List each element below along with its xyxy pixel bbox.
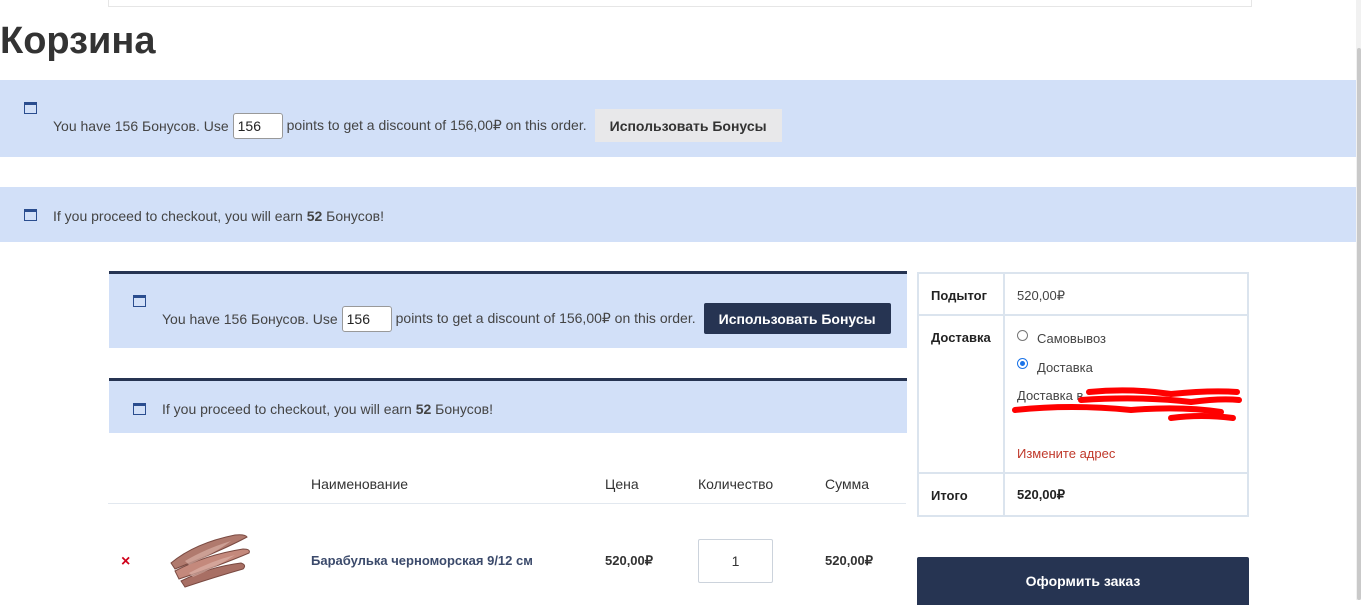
quantity-input[interactable]: 1 <box>698 539 773 583</box>
earn-notice-suffix: Бонусов! <box>326 208 384 224</box>
shipping-radio-delivery[interactable] <box>1017 358 1028 369</box>
product-subtotal: 520,00₽ <box>825 553 874 568</box>
points-notice-suffix: points to get a discount of 156,00₽ on t… <box>286 117 587 133</box>
earn-amount: 52 <box>415 401 432 417</box>
scrollbar-thumb[interactable] <box>1357 48 1361 600</box>
points-input[interactable] <box>341 305 392 332</box>
points-input[interactable] <box>232 112 283 139</box>
totals-divider <box>919 314 1247 316</box>
points-notice: You have 156 Бонусов. Use points to get … <box>0 80 1356 157</box>
earn-notice-prefix: If you proceed to checkout, you will ear… <box>162 401 412 417</box>
subtotal-label: Подытог <box>931 288 988 303</box>
shipping-option-delivery[interactable]: Доставка <box>1037 360 1093 375</box>
shipping-label: Доставка <box>931 330 991 345</box>
window-icon <box>133 295 146 307</box>
earn-notice-suffix: Бонусов! <box>435 401 493 417</box>
totals-divider <box>919 472 1247 474</box>
points-notice-prefix: You have 156 Бонусов. Use <box>53 117 229 134</box>
window-icon <box>24 102 37 114</box>
remove-item-icon[interactable]: × <box>121 553 130 571</box>
points-notice-suffix: points to get a discount of 156,00₽ on t… <box>395 310 696 326</box>
change-address-link[interactable]: Измените адрес <box>1017 446 1115 461</box>
shipping-radio-pickup[interactable] <box>1017 330 1028 341</box>
window-icon <box>24 209 37 221</box>
use-bonuses-button[interactable]: Использовать Бонусы <box>594 109 782 142</box>
earn-notice-prefix: If you proceed to checkout, you will ear… <box>53 208 303 224</box>
cart-totals: Подытог 520,00₽ Доставка Самовывоз Доста… <box>917 272 1249 517</box>
total-label: Итого <box>931 488 968 503</box>
page-title: Корзина <box>0 20 156 62</box>
checkout-button[interactable]: Оформить заказ <box>917 557 1249 605</box>
total-value: 520,00₽ <box>1017 487 1066 502</box>
earn-notice-inner: If you proceed to checkout, you will ear… <box>109 378 907 433</box>
points-notice-inner: You have 156 Бонусов. Use points to get … <box>109 271 907 348</box>
points-notice-prefix: You have 156 Бонусов. Use <box>162 310 338 327</box>
product-price: 520,00₽ <box>605 553 654 568</box>
table-divider <box>108 503 906 504</box>
column-header-name: Наименование <box>311 476 409 492</box>
header-bar <box>108 0 1252 7</box>
subtotal-value: 520,00₽ <box>1017 288 1066 303</box>
redaction-scribble <box>1012 387 1242 421</box>
product-image[interactable] <box>165 525 255 595</box>
earn-amount: 52 <box>306 208 323 224</box>
totals-divider <box>1003 274 1005 515</box>
column-header-price: Цена <box>605 476 639 492</box>
column-header-sum: Сумма <box>825 476 869 492</box>
product-name-link[interactable]: Барабулька черноморская 9/12 см <box>311 553 533 568</box>
column-header-qty: Количество <box>698 476 774 492</box>
window-icon <box>133 403 146 415</box>
earn-notice: If you proceed to checkout, you will ear… <box>0 187 1356 242</box>
shipping-option-pickup[interactable]: Самовывоз <box>1037 331 1106 346</box>
use-bonuses-button[interactable]: Использовать Бонусы <box>703 303 891 334</box>
